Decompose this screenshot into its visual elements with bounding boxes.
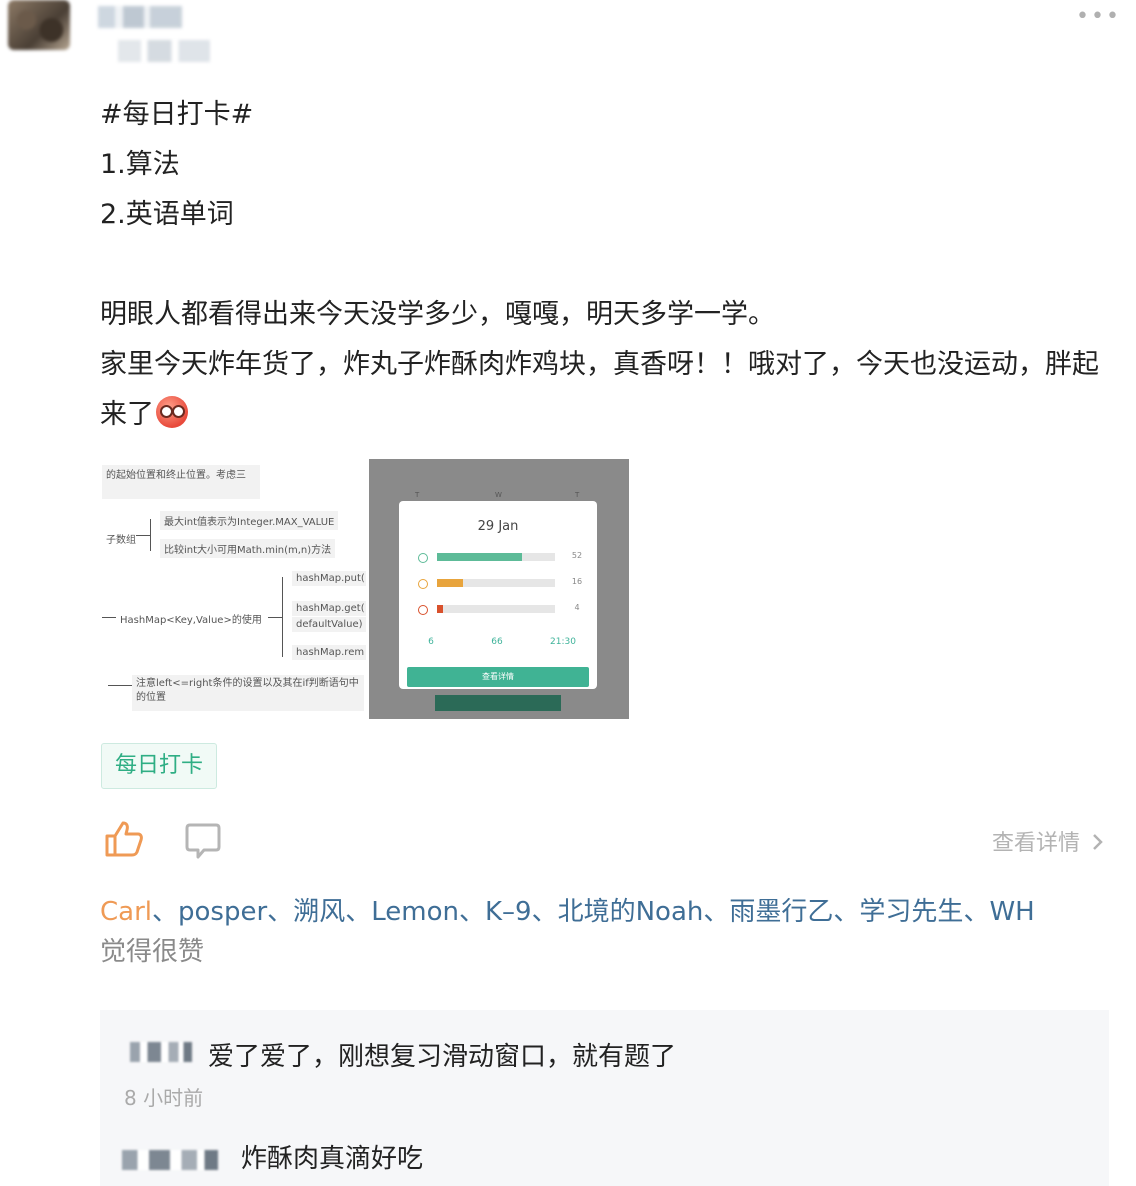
commenter-name-blurred[interactable] bbox=[122, 1150, 218, 1170]
mindmap-node: defaultValue) bbox=[292, 617, 366, 632]
neutral-icon bbox=[418, 579, 428, 589]
stat-value: 66 bbox=[491, 637, 503, 647]
bar-track bbox=[437, 579, 555, 587]
author-avatar[interactable] bbox=[8, 0, 70, 50]
likers-list: Carl、posper、溯风、Lemon、K–9、北境的Noah、雨墨行乙、学习… bbox=[100, 897, 1035, 967]
bar-value: 16 bbox=[571, 577, 583, 586]
flushed-face-icon bbox=[156, 396, 188, 428]
mindmap-node: 的起始位置和终止位置。考虑三 bbox=[102, 465, 260, 499]
liker-name[interactable]: K–9 bbox=[485, 897, 532, 927]
post-paragraph-text: 家里今天炸年货了，炸丸子炸酥肉炸鸡块，真香呀！！哦对了，今天也没运动，胖起来了 bbox=[100, 349, 1099, 430]
mindmap-node: hashMap.get( bbox=[292, 601, 366, 616]
comment-time: 8 小时前 bbox=[124, 1086, 204, 1110]
underlying-button bbox=[435, 695, 561, 711]
comment-text: 爱了爱了，刚想复习滑动窗口，就有题了 bbox=[208, 1042, 677, 1072]
mindmap-node: 最大int值表示为Integer.MAX_VALUE bbox=[160, 511, 339, 530]
mindmap-node-text: 的位置 bbox=[136, 692, 166, 703]
view-detail-label: 查看详情 bbox=[992, 831, 1081, 856]
post-paragraph: 家里今天炸年货了，炸丸子炸酥肉炸鸡块，真香呀！！哦对了，今天也没运动，胖起来了 bbox=[100, 340, 1110, 440]
post-image-mindmap[interactable]: 的起始位置和终止位置。考虑三 子数组 最大int值表示为Integer.MAX_… bbox=[100, 459, 366, 719]
weekday-letter: T bbox=[415, 491, 420, 499]
bar-fill bbox=[437, 579, 463, 587]
liker-name[interactable]: 溯风 bbox=[293, 897, 345, 927]
smile-icon bbox=[418, 553, 428, 563]
post-line: #每日打卡# bbox=[100, 99, 254, 130]
liker-name[interactable]: WH bbox=[989, 897, 1034, 927]
liker-name[interactable]: 北境的Noah bbox=[558, 897, 704, 927]
commenter-name-blurred[interactable] bbox=[130, 1042, 192, 1062]
view-detail-link[interactable]: 查看详情 bbox=[992, 825, 1105, 857]
card-date: 29 Jan bbox=[477, 519, 519, 534]
bar-value: 4 bbox=[574, 603, 580, 612]
author-name-blurred[interactable] bbox=[98, 6, 182, 28]
mindmap-node: hashMap.rem bbox=[292, 645, 366, 660]
liker-name[interactable]: Carl bbox=[100, 897, 152, 927]
bar-track bbox=[437, 605, 555, 613]
mindmap-node-text: 注意left<=right条件的设置以及其在if判断语句中 bbox=[136, 678, 359, 689]
likers-suffix: 觉得很赞 bbox=[100, 937, 205, 967]
sad-icon bbox=[418, 605, 428, 615]
weekday-letter: T bbox=[575, 491, 580, 499]
mindmap-node: 子数组 bbox=[106, 535, 136, 546]
stat-value: 6 bbox=[428, 637, 434, 647]
post-line: 1.算法 bbox=[100, 149, 180, 180]
liker-name[interactable]: 雨墨行乙 bbox=[729, 897, 833, 927]
post-content: #每日打卡# 1.算法 2.英语单词 明眼人都看得出来今天没学多少，嘎嘎，明天多… bbox=[100, 90, 1110, 440]
post-paragraph: 明眼人都看得出来今天没学多少，嘎嘎，明天多学一学。 bbox=[100, 299, 775, 330]
comment-text: 炸酥肉真滴好吃 bbox=[241, 1144, 424, 1174]
mindmap-connector bbox=[102, 617, 116, 618]
mindmap-connector bbox=[150, 519, 151, 551]
stats-card: 29 Jan 52 16 4 6 66 21:30 查看详情 bbox=[399, 501, 597, 689]
mindmap-node: 比较int大小可用Math.min(m,n)方法 bbox=[160, 539, 336, 558]
bar-fill bbox=[437, 553, 522, 561]
bar-track bbox=[437, 553, 555, 561]
bar-value: 52 bbox=[571, 551, 583, 560]
mindmap-connector bbox=[268, 617, 282, 618]
liker-name[interactable]: posper bbox=[178, 897, 267, 927]
mindmap-node: HashMap<Key,Value>的使用 bbox=[120, 615, 262, 626]
stat-value: 21:30 bbox=[550, 637, 576, 647]
mindmap-node-long: 注意left<=right条件的设置以及其在if判断语句中 的位置 bbox=[132, 675, 364, 711]
view-detail-button: 查看详情 bbox=[407, 667, 589, 687]
post-line: 2.英语单词 bbox=[100, 199, 234, 230]
thumbs-up-icon[interactable] bbox=[104, 820, 144, 862]
liker-name[interactable]: 学习先生 bbox=[859, 897, 963, 927]
mindmap-connector bbox=[136, 535, 150, 536]
mindmap-connector bbox=[108, 685, 132, 686]
comments-section: 爱了爱了，刚想复习滑动窗口，就有题了 8 小时前 炸酥肉真滴好吃 bbox=[100, 1010, 1109, 1186]
topic-tag[interactable]: 每日打卡 bbox=[101, 743, 217, 789]
liker-name[interactable]: Lemon bbox=[371, 897, 459, 927]
post-image-app-screenshot[interactable]: T W T 29 Jan 52 16 4 6 66 21:30 查看详情 bbox=[369, 459, 629, 719]
post-time-blurred bbox=[118, 40, 210, 62]
mindmap-connector bbox=[282, 577, 283, 657]
bar-fill bbox=[437, 605, 443, 613]
chevron-right-icon bbox=[1093, 834, 1103, 850]
mindmap-node: hashMap.put( bbox=[292, 571, 366, 586]
more-horizontal-icon[interactable]: ••• bbox=[1076, 4, 1121, 29]
comment-icon[interactable] bbox=[184, 822, 222, 864]
weekday-letter: W bbox=[495, 491, 502, 499]
